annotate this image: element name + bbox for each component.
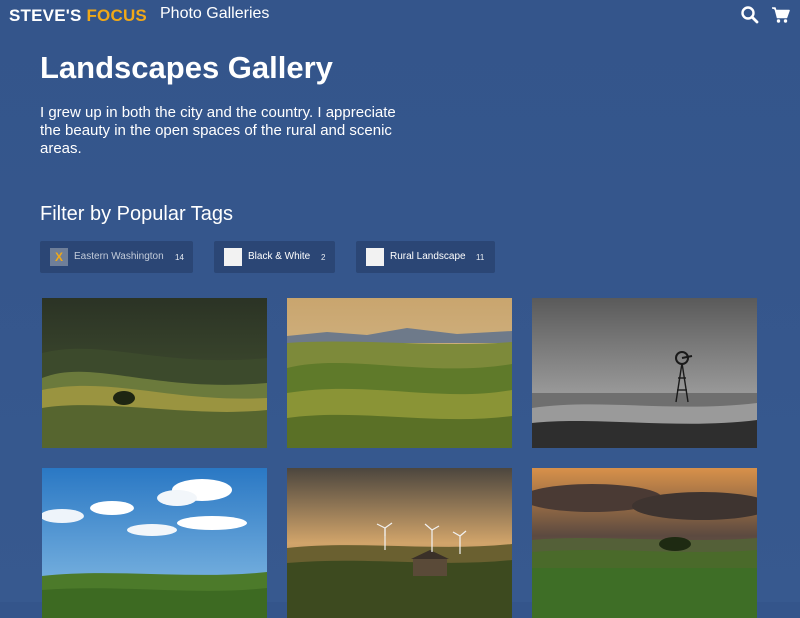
tag-label: Rural Landscape <box>390 251 466 262</box>
site-logo[interactable]: STEVE'S FOCUS <box>9 6 147 26</box>
gallery-intro: I grew up in both the city and the count… <box>40 104 396 157</box>
logo-text-steves: STEVE'S <box>9 6 82 25</box>
page-title: Landscapes Gallery <box>40 50 333 85</box>
gallery-photo-farmhouse-windmills[interactable] <box>287 468 512 618</box>
gallery-photo-windmill-bw[interactable] <box>532 298 757 448</box>
tag-filter-eastern-washington[interactable]: X Eastern Washington 14 <box>40 241 193 273</box>
checkbox-checked-icon[interactable]: X <box>50 248 68 266</box>
tag-count: 14 <box>175 253 184 262</box>
filter-heading: Filter by Popular Tags <box>40 203 234 225</box>
cart-icon[interactable] <box>771 5 791 25</box>
tag-filter-black-white[interactable]: Black & White 2 <box>214 241 335 273</box>
checkbox-icon[interactable] <box>366 248 384 266</box>
nav-photo-galleries[interactable]: Photo Galleries <box>160 5 269 23</box>
gallery-photo-blue-sky-clouds[interactable] <box>42 468 267 618</box>
tag-filter-rural-landscape[interactable]: Rural Landscape 11 <box>356 241 495 273</box>
top-bar: STEVE'S FOCUS Photo Galleries <box>0 0 800 30</box>
tag-label: Black & White <box>248 251 311 262</box>
gallery-photo-rolling-hills-dusk[interactable] <box>42 298 267 448</box>
tag-count: 11 <box>476 253 485 262</box>
search-icon[interactable] <box>740 5 760 25</box>
tag-label: Eastern Washington <box>74 251 164 262</box>
checkbox-icon[interactable] <box>224 248 242 266</box>
gallery-photo-storm-clouds-trees[interactable] <box>532 468 757 618</box>
logo-text-focus: FOCUS <box>86 6 147 25</box>
gallery-photo-palouse-hills[interactable] <box>287 298 512 448</box>
tag-count: 2 <box>321 253 326 262</box>
